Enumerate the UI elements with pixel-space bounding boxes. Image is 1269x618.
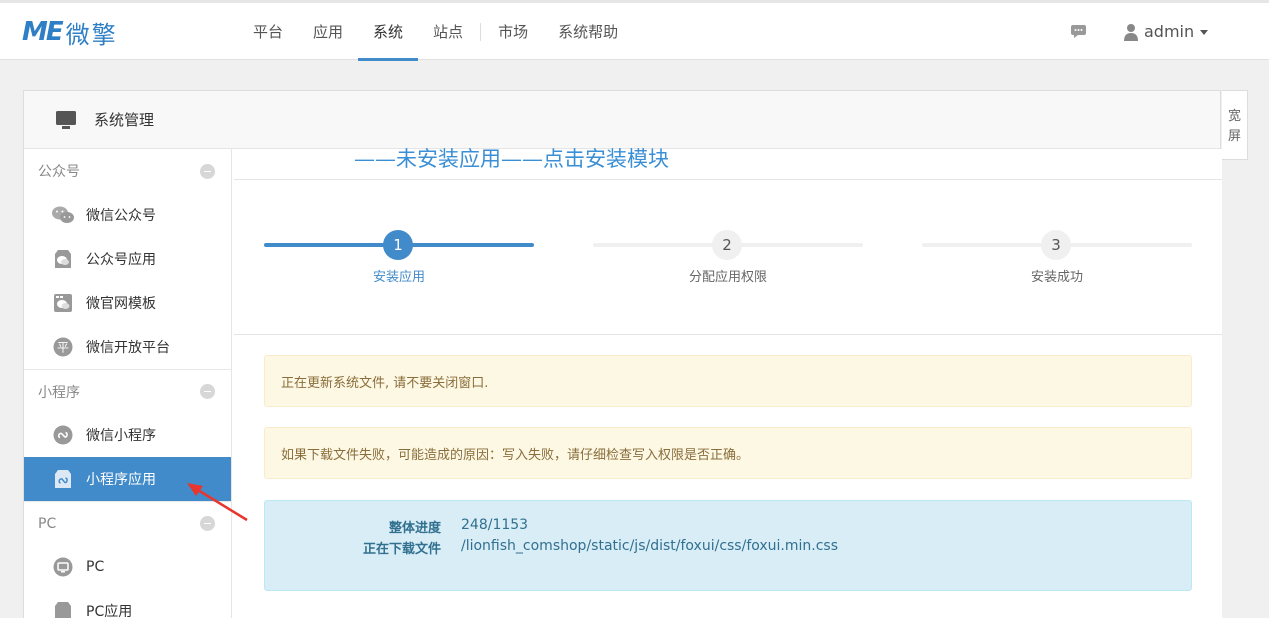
sidebar-item-label: 微信公众号: [86, 208, 156, 224]
microsite-template-icon: [52, 292, 74, 314]
sidebar-item-label: 微信开放平台: [86, 340, 170, 356]
brand-mark: ME: [22, 17, 64, 47]
step-number: 3: [1041, 230, 1071, 260]
sidebar-section-header[interactable]: 公众号: [24, 149, 231, 193]
system-panel: 系统管理 公众号 微信公众号 公众号应用 微官网模板 平 微信开放平台 小程序 …: [23, 90, 1222, 618]
collapse-icon[interactable]: [200, 384, 215, 399]
sidebar-item-label: 微信小程序: [86, 428, 156, 444]
nav-item-platform[interactable]: 平台: [238, 3, 298, 60]
brand-logo[interactable]: ME 微擎: [22, 16, 118, 49]
sidebar-item-wechat-miniprogram[interactable]: 微信小程序: [24, 413, 231, 457]
progress-row: 整体进度 248/1153: [265, 517, 528, 536]
sidebar-section-title: PC: [38, 515, 57, 532]
step-item: 2 分配应用权限: [593, 180, 863, 336]
panel-title: 系统管理: [94, 111, 155, 129]
nav-item-system[interactable]: 系统: [358, 3, 419, 61]
sidebar-item-label: PC应用: [86, 604, 133, 618]
sidebar-item-label: 公众号应用: [86, 252, 156, 268]
collapse-icon[interactable]: [200, 163, 215, 179]
install-steps: 1 安装应用 2 分配应用权限 3 安装成功: [234, 179, 1222, 335]
panel-header: 系统管理: [24, 91, 1220, 149]
step-number: 2: [712, 230, 742, 260]
top-navbar: ME 微擎 平台 应用 系统 站点 市场 系统帮助 admin: [0, 0, 1269, 61]
sidebar-item-label: 微官网模板: [86, 296, 156, 312]
warning-alert: 如果下载文件失败，可能造成的原因：写入失败，请仔细检查写入权限是否正确。: [264, 427, 1192, 479]
downloading-file: /lionfish_comshop/static/js/dist/foxui/c…: [461, 538, 839, 554]
sidebar-item-label: 小程序应用: [86, 472, 156, 488]
sidebar-section-title: 公众号: [38, 164, 80, 180]
pc-app-icon: [52, 600, 74, 618]
user-name: admin: [1144, 22, 1195, 41]
chat-bubble-icon[interactable]: [1070, 24, 1087, 39]
sidebar-item-pc[interactable]: PC: [24, 545, 231, 589]
annotation-arrow-icon: [187, 483, 248, 522]
sidebar-section-header[interactable]: 小程序: [24, 369, 231, 413]
pc-icon: [52, 556, 74, 578]
nav-divider: [480, 23, 482, 41]
downloading-label: 正在下载文件: [362, 542, 441, 557]
user-icon: [1124, 23, 1138, 41]
wide-screen-toggle[interactable]: 宽屏: [1222, 90, 1248, 160]
annotation-text: ——未安装应用——点击安装模块: [354, 147, 669, 171]
warning-alert: 正在更新系统文件, 请不要关闭窗口.: [264, 355, 1192, 407]
download-row: 正在下载文件 /lionfish_comshop/static/js/dist/…: [265, 538, 838, 557]
step-label: 分配应用权限: [688, 270, 767, 285]
sidebar-section-title: 小程序: [38, 384, 80, 401]
nav-item-market[interactable]: 市场: [483, 3, 543, 60]
chevron-down-icon: [1200, 30, 1209, 35]
sidebar-item-wechat-account[interactable]: 微信公众号: [24, 193, 231, 237]
main-nav: 平台 应用 系统 站点 市场 系统帮助: [238, 3, 633, 61]
sidebar-item-open-platform[interactable]: 平 微信开放平台: [24, 325, 231, 369]
step-item: 1 安装应用: [264, 180, 534, 336]
svg-text:平: 平: [57, 341, 69, 355]
step-label: 安装成功: [1030, 270, 1083, 285]
nav-item-help[interactable]: 系统帮助: [543, 3, 633, 60]
progress-label: 整体进度: [388, 521, 441, 536]
sidebar-item-account-apps[interactable]: 公众号应用: [24, 237, 231, 281]
miniprogram-app-icon: [52, 468, 74, 490]
progress-value: 248/1153: [461, 517, 529, 533]
nav-item-site[interactable]: 站点: [418, 3, 478, 60]
sidebar: 公众号 微信公众号 公众号应用 微官网模板 平 微信开放平台 小程序 微信小程序…: [24, 149, 232, 618]
sidebar-item-label: PC: [86, 559, 105, 575]
brand-name: 微擎: [65, 20, 118, 49]
step-item: 3 安装成功: [922, 180, 1192, 336]
progress-info-box: 整体进度 248/1153 正在下载文件 /lionfish_comshop/s…: [264, 500, 1192, 591]
step-label: 安装应用: [372, 270, 425, 285]
user-menu[interactable]: admin: [1124, 22, 1209, 41]
install-content: ——未安装应用——点击安装模块 1 安装应用 2 分配应用权限 3 安装成功 正…: [234, 147, 1222, 618]
nav-item-apps[interactable]: 应用: [298, 3, 358, 60]
sidebar-item-microsite-template[interactable]: 微官网模板: [24, 281, 231, 325]
miniprogram-icon: [52, 424, 74, 446]
sidebar-item-pc-apps[interactable]: PC应用: [24, 589, 231, 618]
monitor-icon: [56, 110, 76, 129]
wechat-app-icon: [52, 248, 74, 270]
step-number: 1: [383, 230, 413, 260]
wechat-icon: [52, 204, 74, 226]
open-platform-icon: 平: [52, 336, 74, 358]
